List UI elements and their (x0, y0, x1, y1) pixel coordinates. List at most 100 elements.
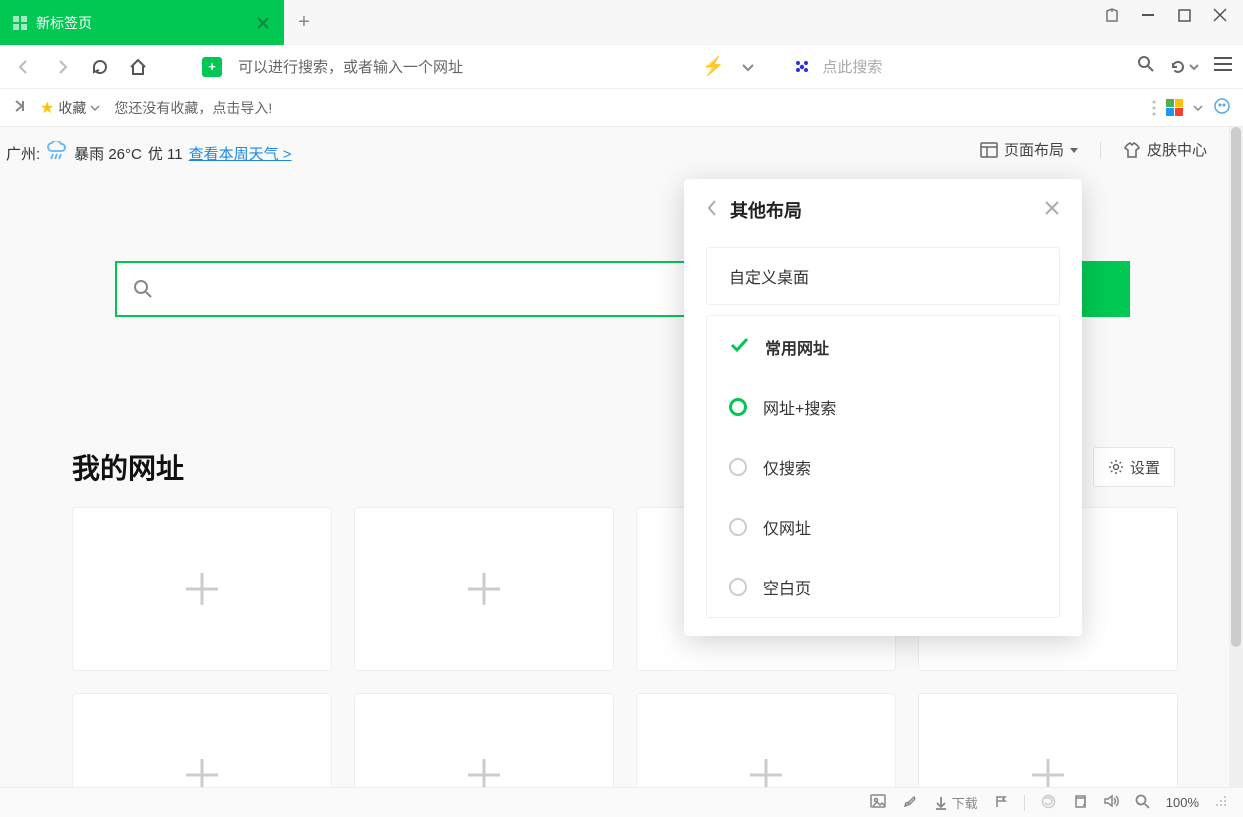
weather-cond: 暴雨 26°C (74, 143, 142, 164)
compat-icon[interactable] (1041, 794, 1056, 812)
add-site-tile[interactable] (354, 507, 614, 671)
mysites-heading: 我的网址 (72, 447, 184, 487)
window-controls (1103, 0, 1243, 24)
search-icon (133, 279, 153, 299)
radio-icon (729, 518, 747, 536)
navbar: + 可以进行搜索，或者输入一个网址 ⚡ 点此搜索 (0, 45, 1243, 89)
wardrobe-icon[interactable] (1103, 6, 1121, 24)
popup-back-button[interactable] (706, 199, 718, 222)
popup-option-sites-search[interactable]: 网址+搜索 (707, 377, 1059, 437)
add-site-tile[interactable] (918, 693, 1178, 787)
search-icon[interactable] (1137, 55, 1155, 78)
weather-aqi: 优 11 (148, 143, 183, 164)
undo-button[interactable] (1169, 58, 1199, 76)
shield-icon[interactable]: + (202, 57, 222, 77)
lightning-icon[interactable]: ⚡ (702, 56, 724, 77)
layout-icon (980, 142, 998, 158)
baidu-icon[interactable] (792, 57, 812, 77)
radio-icon (729, 458, 747, 476)
menu-button[interactable] (1213, 56, 1233, 77)
close-window-button[interactable] (1211, 6, 1229, 24)
tab-close-button[interactable] (254, 14, 272, 32)
scrollbar-thumb[interactable] (1231, 127, 1241, 647)
mute-icon[interactable] (1103, 794, 1119, 811)
layout-popup: 其他布局 自定义桌面 常用网址 网址+搜索 仅搜索 仅网址 空 (684, 179, 1082, 636)
popup-option-sites-only[interactable]: 仅网址 (707, 497, 1059, 557)
url-dropdown[interactable] (734, 53, 762, 81)
skin-center-button[interactable]: 皮肤中心 (1123, 139, 1207, 160)
popup-option-label: 仅搜索 (763, 455, 811, 479)
toolbar-divider (1100, 142, 1101, 158)
popup-option-blank[interactable]: 空白页 (707, 557, 1059, 617)
popup-options-list: 常用网址 网址+搜索 仅搜索 仅网址 空白页 (706, 315, 1060, 618)
more-icon[interactable] (1152, 100, 1156, 116)
status-sep (1024, 795, 1025, 811)
active-tab[interactable]: 新标签页 (0, 0, 284, 45)
add-site-tile[interactable] (72, 693, 332, 787)
weather-widget: 广州: 暴雨 26°C 优 11 查看本周天气 > (6, 141, 292, 165)
new-tab-button[interactable]: + (284, 0, 324, 45)
apps-dropdown[interactable] (1193, 103, 1203, 113)
zoom-icon[interactable] (1135, 794, 1150, 812)
layout-dropdown[interactable]: 页面布局 (980, 139, 1078, 160)
popup-header: 其他布局 (684, 197, 1082, 237)
resize-grip[interactable] (1215, 795, 1227, 810)
popup-custom-desktop[interactable]: 自定义桌面 (706, 247, 1060, 305)
reload-button[interactable] (86, 53, 114, 81)
popup-option-label: 网址+搜索 (763, 395, 836, 419)
check-icon (729, 334, 749, 359)
add-site-tile[interactable] (354, 693, 614, 787)
statusbar: 下载 100% (0, 787, 1243, 817)
skin-label: 皮肤中心 (1147, 139, 1207, 160)
top-right-toolbar: 页面布局 皮肤中心 (980, 139, 1207, 160)
download-icon[interactable]: 下载 (934, 793, 978, 812)
chat-icon[interactable] (1213, 97, 1231, 118)
search-input[interactable]: 点此搜索 (822, 56, 1127, 77)
shirt-icon (1123, 142, 1141, 158)
popup-option-label: 空白页 (763, 575, 811, 599)
tab-grid-icon (12, 15, 28, 31)
back-button[interactable] (10, 53, 38, 81)
popup-close-button[interactable] (1044, 200, 1060, 221)
favorites-button[interactable]: ★ 收藏 (40, 98, 100, 118)
forward-button[interactable] (48, 53, 76, 81)
home-button[interactable] (124, 53, 152, 81)
titlebar: 新标签页 + (0, 0, 1243, 45)
apps-icon[interactable] (1166, 99, 1183, 116)
bookmarks-empty-text[interactable]: 您还没有收藏，点击导入! (114, 98, 272, 118)
zoom-level[interactable]: 100% (1166, 795, 1199, 810)
download-label: 下载 (952, 793, 978, 812)
sidebar-toggle[interactable] (12, 99, 26, 116)
popup-option-search-only[interactable]: 仅搜索 (707, 437, 1059, 497)
flag-icon[interactable] (994, 794, 1008, 811)
rocket-icon[interactable] (902, 793, 918, 812)
content-area: 广州: 暴雨 26°C 优 11 查看本周天气 > 页面布局 皮肤中心 我的网址… (0, 127, 1243, 787)
minimize-button[interactable] (1139, 6, 1157, 24)
weather-link[interactable]: 查看本周天气 > (189, 143, 292, 164)
maximize-button[interactable] (1175, 6, 1193, 24)
scrollbar[interactable] (1229, 127, 1243, 787)
star-icon: ★ (40, 98, 54, 118)
screenshot-icon[interactable] (870, 794, 886, 811)
tab-title: 新标签页 (36, 13, 92, 33)
radio-icon (729, 578, 747, 596)
chevron-down-icon (1070, 146, 1078, 154)
address-bar[interactable]: 可以进行搜索，或者输入一个网址 (232, 56, 692, 77)
settings-button[interactable]: 设置 (1093, 447, 1175, 487)
restore-icon[interactable] (1072, 794, 1087, 812)
popup-title: 其他布局 (730, 197, 802, 223)
popup-option-frequent[interactable]: 常用网址 (707, 316, 1059, 377)
add-site-tile[interactable] (72, 507, 332, 671)
layout-label: 页面布局 (1004, 139, 1064, 160)
gear-icon (1108, 459, 1124, 475)
main-search-button[interactable] (1080, 261, 1130, 317)
favorites-label: 收藏 (58, 98, 86, 118)
bookmark-bar: ★ 收藏 您还没有收藏，点击导入! (0, 89, 1243, 127)
add-site-tile[interactable] (636, 693, 896, 787)
settings-label: 设置 (1130, 457, 1160, 478)
popup-option-label: 仅网址 (763, 515, 811, 539)
radio-active-icon (729, 398, 747, 416)
popup-custom-label: 自定义桌面 (729, 270, 809, 287)
popup-option-label: 常用网址 (765, 335, 829, 359)
rain-icon (46, 141, 68, 165)
